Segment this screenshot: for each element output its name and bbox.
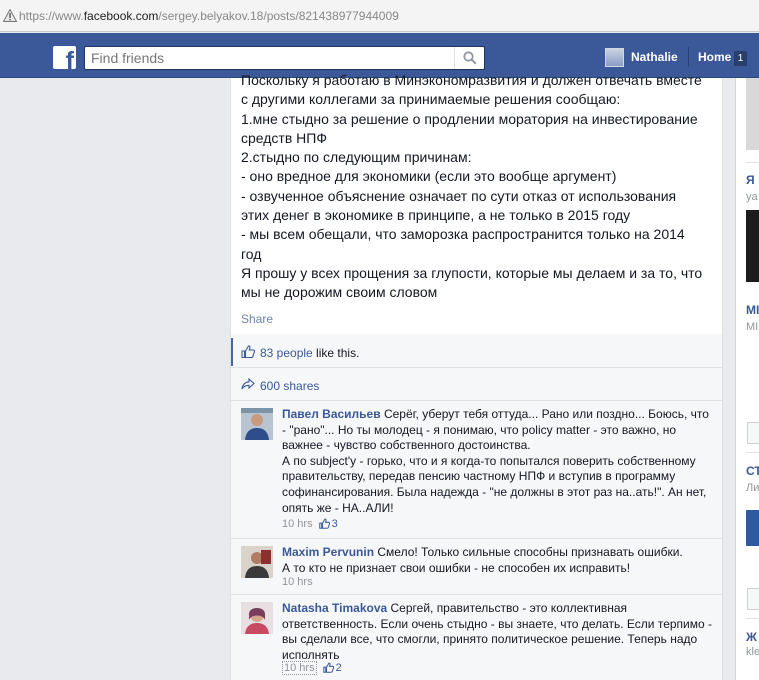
comment-item: Natasha Timakova Сергей, правительство -…: [231, 595, 722, 680]
comment-author-link[interactable]: Павел Васильев: [282, 407, 381, 421]
comment-body: Павел Васильев Серёг, уберут тебя оттуда…: [282, 407, 712, 516]
comment-like-icon: [318, 518, 330, 529]
sidebar-divider: [746, 618, 759, 619]
sidebar-like-button[interactable]: [747, 422, 759, 444]
comment-meta: 10 hrs: [282, 576, 313, 588]
sidebar-item-image[interactable]: [746, 210, 759, 282]
browser-address-bar[interactable]: https://www.facebook.com/sergey.belyakov…: [0, 0, 759, 32]
comment-item: Павел Васильев Серёг, уберут тебя оттуда…: [231, 401, 722, 539]
user-avatar[interactable]: [605, 48, 624, 67]
thumbs-up-icon: [241, 345, 255, 358]
sidebar-item-title[interactable]: СТ: [746, 464, 759, 478]
share-arrow-icon: [241, 378, 255, 390]
sidebar-item-subtitle: МІ: [746, 321, 759, 333]
sidebar-item-image[interactable]: [746, 510, 759, 546]
sidebar-item-subtitle: Ли: [746, 482, 759, 494]
search-input[interactable]: [85, 47, 455, 69]
post-feedback: 83 people like this. 600 shares Павел Ва…: [230, 334, 723, 680]
comment-time[interactable]: 10 hrs: [282, 661, 317, 675]
sidebar-item-subtitle: kle: [746, 646, 759, 658]
comment-author-link[interactable]: Maxim Pervunin: [282, 545, 374, 559]
comment-body: Maxim Pervunin Смело! Только сильные спо…: [282, 545, 712, 576]
browser-url[interactable]: https://www.facebook.com/sergey.belyakov…: [19, 9, 399, 23]
comment-like-count[interactable]: 3: [332, 518, 338, 530]
sidebar-item-title[interactable]: МІ: [746, 303, 759, 317]
comment-meta: 10 hrs 2: [282, 661, 342, 675]
comment-text: Серёг, уберут тебя оттуда... Рано или по…: [282, 407, 709, 515]
nav-divider: [688, 47, 689, 67]
shares-link[interactable]: 600 shares: [260, 379, 319, 393]
home-link[interactable]: Home: [698, 50, 731, 64]
sidebar-divider: [746, 452, 759, 453]
commenter-avatar[interactable]: [241, 546, 273, 578]
comment-time[interactable]: 10 hrs: [282, 518, 313, 530]
post-container: Поскольку я работаю в Минэкономразвития …: [230, 72, 723, 334]
likes-highlight-bar: [231, 338, 233, 366]
home-count-badge: 1: [734, 51, 747, 66]
sidebar-thumb[interactable]: [746, 78, 759, 150]
likes-people-link[interactable]: 83 people: [260, 346, 313, 360]
comment-author-link[interactable]: Natasha Timakova: [282, 601, 387, 615]
comment-like-count[interactable]: 2: [336, 662, 342, 674]
likes-text: 83 people like this.: [260, 346, 359, 360]
logo-letter: f: [65, 47, 74, 70]
likes-summary: 83 people like this.: [231, 334, 722, 368]
sidebar-like-button[interactable]: [747, 588, 759, 610]
share-link[interactable]: Share: [241, 312, 273, 326]
search-box: [84, 46, 485, 70]
right-sidebar: Я ya МІ МІ СТ Ли Ж kle: [735, 78, 759, 680]
comment-body: Natasha Timakova Сергей, правительство -…: [282, 601, 712, 663]
shares-summary: 600 shares: [231, 368, 722, 401]
commenter-avatar[interactable]: [241, 408, 273, 440]
sidebar-divider: [746, 162, 759, 163]
post-text: Поскольку я работаю в Минэкономразвития …: [241, 72, 703, 301]
url-prefix: https://www.: [19, 9, 84, 23]
warning-icon: [3, 9, 17, 22]
search-icon: [463, 51, 477, 65]
url-path: /sergey.belyakov.18/posts/82143897794400…: [158, 9, 399, 23]
comment-item: Maxim Pervunin Смело! Только сильные спо…: [231, 539, 722, 595]
facebook-logo-icon[interactable]: f: [53, 46, 76, 69]
sidebar-item-title[interactable]: Я: [746, 173, 755, 187]
commenter-avatar[interactable]: [241, 602, 273, 634]
comment-meta: 10 hrs 3: [282, 518, 338, 530]
sidebar-item-subtitle: ya: [746, 191, 758, 203]
likes-suffix: like this.: [312, 346, 360, 360]
search-button[interactable]: [454, 47, 484, 69]
url-host: facebook.com: [83, 9, 159, 23]
comment-like-icon: [322, 662, 334, 673]
user-name-link[interactable]: Nathalie: [631, 50, 678, 64]
comment-time[interactable]: 10 hrs: [282, 576, 313, 588]
sidebar-item-title[interactable]: Ж: [746, 630, 757, 644]
